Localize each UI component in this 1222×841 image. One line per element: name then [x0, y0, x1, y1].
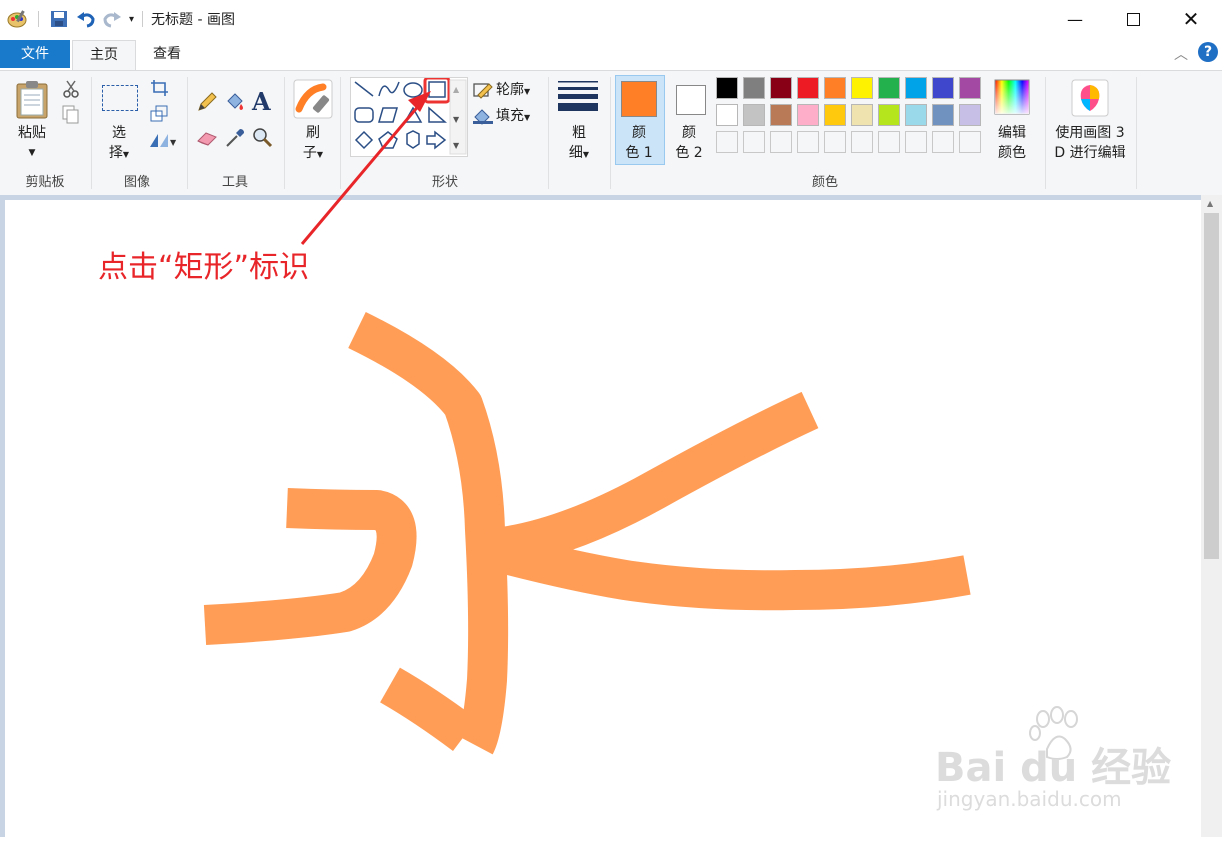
baidu-watermark: Bai du 经验 jingyan.baidu.com	[935, 705, 1171, 815]
watermark-brand: Bai du 经验	[935, 745, 1172, 791]
watermark-url: jingyan.baidu.com	[937, 787, 1122, 811]
